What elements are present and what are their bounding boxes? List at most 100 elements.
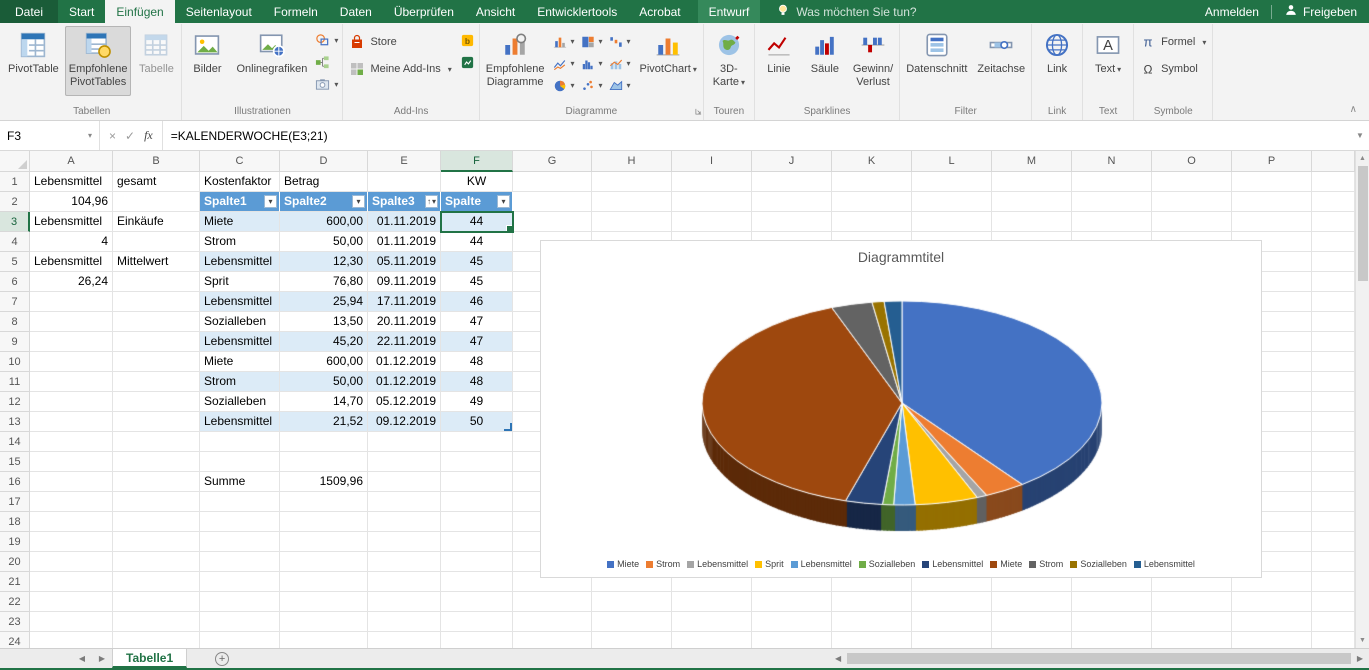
cell-A8[interactable] [30,312,113,332]
cell-D21[interactable] [280,572,368,592]
cell-J24[interactable] [752,632,832,648]
ribbon-button-onlinegrafiken[interactable]: Onlinegrafiken [232,26,311,96]
cell-E12[interactable]: 05.12.2019 [368,392,441,412]
cell-B21[interactable] [113,572,200,592]
column-header-E[interactable]: E [368,151,441,172]
add-sheet-button[interactable]: + [215,649,229,668]
sheet-tab-tabelle1[interactable]: Tabelle1 [112,649,187,668]
cell-E22[interactable] [368,592,441,612]
cell-F5[interactable]: 45 [441,252,513,272]
cell-H2[interactable] [592,192,672,212]
row-header-2[interactable]: 2 [0,192,30,212]
ribbon-button-line-chart[interactable]: ▾ [551,53,578,74]
ribbon-button-addin-green[interactable] [458,54,477,71]
column-header-A[interactable]: A [30,151,113,172]
tab-überprüfen[interactable]: Überprüfen [383,0,465,23]
legend-item[interactable]: Lebensmittel [1134,559,1195,569]
cell-F22[interactable] [441,592,513,612]
cell-D8[interactable]: 13,50 [280,312,368,332]
row-header-24[interactable]: 24 [0,632,30,648]
cell-D2[interactable]: Spalte2▾ [280,192,368,212]
cell-K23[interactable] [832,612,912,632]
cell-E14[interactable] [368,432,441,452]
cell-M2[interactable] [992,192,1072,212]
cell-O3[interactable] [1152,212,1232,232]
cell-F3[interactable]: 44 [441,212,513,232]
cell-E23[interactable] [368,612,441,632]
cell-C16[interactable]: Summe [200,472,280,492]
cell-F6[interactable]: 45 [441,272,513,292]
cell-D4[interactable]: 50,00 [280,232,368,252]
cell-B8[interactable] [113,312,200,332]
cell-C21[interactable] [200,572,280,592]
cell-I1[interactable] [672,172,752,192]
cell-B10[interactable] [113,352,200,372]
cell-E5[interactable]: 05.11.2019 [368,252,441,272]
cell-F20[interactable] [441,552,513,572]
cell-A17[interactable] [30,492,113,512]
cell-E8[interactable]: 20.11.2019 [368,312,441,332]
row-header-3[interactable]: 3 [0,212,30,232]
ribbon-button-zeitachse[interactable]: Zeitachse [973,26,1029,96]
sheet-nav-right-icon[interactable]: ▶ [92,649,112,668]
row-header-9[interactable]: 9 [0,332,30,352]
ribbon-button-hierarchy-chart[interactable]: ▾ [579,31,606,52]
cell-D6[interactable]: 76,80 [280,272,368,292]
cell-K1[interactable] [832,172,912,192]
tab-entwicklertools[interactable]: Entwicklertools [526,0,628,23]
tab-entwurf[interactable]: Entwurf [698,0,761,23]
row-header-11[interactable]: 11 [0,372,30,392]
legend-item[interactable]: Sprit [755,559,784,569]
row-header-21[interactable]: 21 [0,572,30,592]
cell-F2[interactable]: Spalte▾ [441,192,513,212]
cell-P24[interactable] [1232,632,1312,648]
cell-N2[interactable] [1072,192,1152,212]
cell-K24[interactable] [832,632,912,648]
cell-A7[interactable] [30,292,113,312]
cell-A11[interactable] [30,372,113,392]
cell-D17[interactable] [280,492,368,512]
cell-E18[interactable] [368,512,441,532]
ribbon-button-tabelle[interactable]: Tabelle [133,26,179,96]
tab-daten[interactable]: Daten [329,0,383,23]
tab-datei[interactable]: Datei [0,0,58,23]
ribbon-button-3d-karte[interactable]: 3D-Karte▾ [706,26,752,96]
ribbon-button-gewinn-verlust[interactable]: Gewinn/Verlust [849,26,897,96]
cell-E6[interactable]: 09.11.2019 [368,272,441,292]
cell-C19[interactable] [200,532,280,552]
cell-B6[interactable] [113,272,200,292]
column-header-I[interactable]: I [672,151,752,172]
row-header-14[interactable]: 14 [0,432,30,452]
cell-P23[interactable] [1232,612,1312,632]
cell-B4[interactable] [113,232,200,252]
row-header-19[interactable]: 19 [0,532,30,552]
cell-G2[interactable] [513,192,592,212]
cell-L24[interactable] [912,632,992,648]
cell-B5[interactable]: Mittelwert [113,252,200,272]
vertical-scroll-thumb[interactable] [1358,166,1368,281]
row-header-18[interactable]: 18 [0,512,30,532]
dialog-launcher-icon[interactable] [695,107,702,118]
cell-A1[interactable]: Lebensmittel [30,172,113,192]
column-header-M[interactable]: M [992,151,1072,172]
filter-button[interactable]: ▾ [497,195,510,208]
cell-D22[interactable] [280,592,368,612]
cell-I3[interactable] [672,212,752,232]
cell-B14[interactable] [113,432,200,452]
cell-O1[interactable] [1152,172,1232,192]
cell-C7[interactable]: Lebensmittel [200,292,280,312]
cell-D15[interactable] [280,452,368,472]
ribbon-button-addin-yellow[interactable]: b [458,32,477,49]
cell-E1[interactable] [368,172,441,192]
ribbon-button-datenschnitt[interactable]: Datenschnitt [902,26,971,96]
cell-E19[interactable] [368,532,441,552]
cell-F7[interactable]: 46 [441,292,513,312]
cell-E11[interactable]: 01.12.2019 [368,372,441,392]
tab-einfügen[interactable]: Einfügen [105,0,174,23]
cell-D11[interactable]: 50,00 [280,372,368,392]
cell-B7[interactable] [113,292,200,312]
cell-A23[interactable] [30,612,113,632]
cell-D10[interactable]: 600,00 [280,352,368,372]
row-header-5[interactable]: 5 [0,252,30,272]
cell-F19[interactable] [441,532,513,552]
